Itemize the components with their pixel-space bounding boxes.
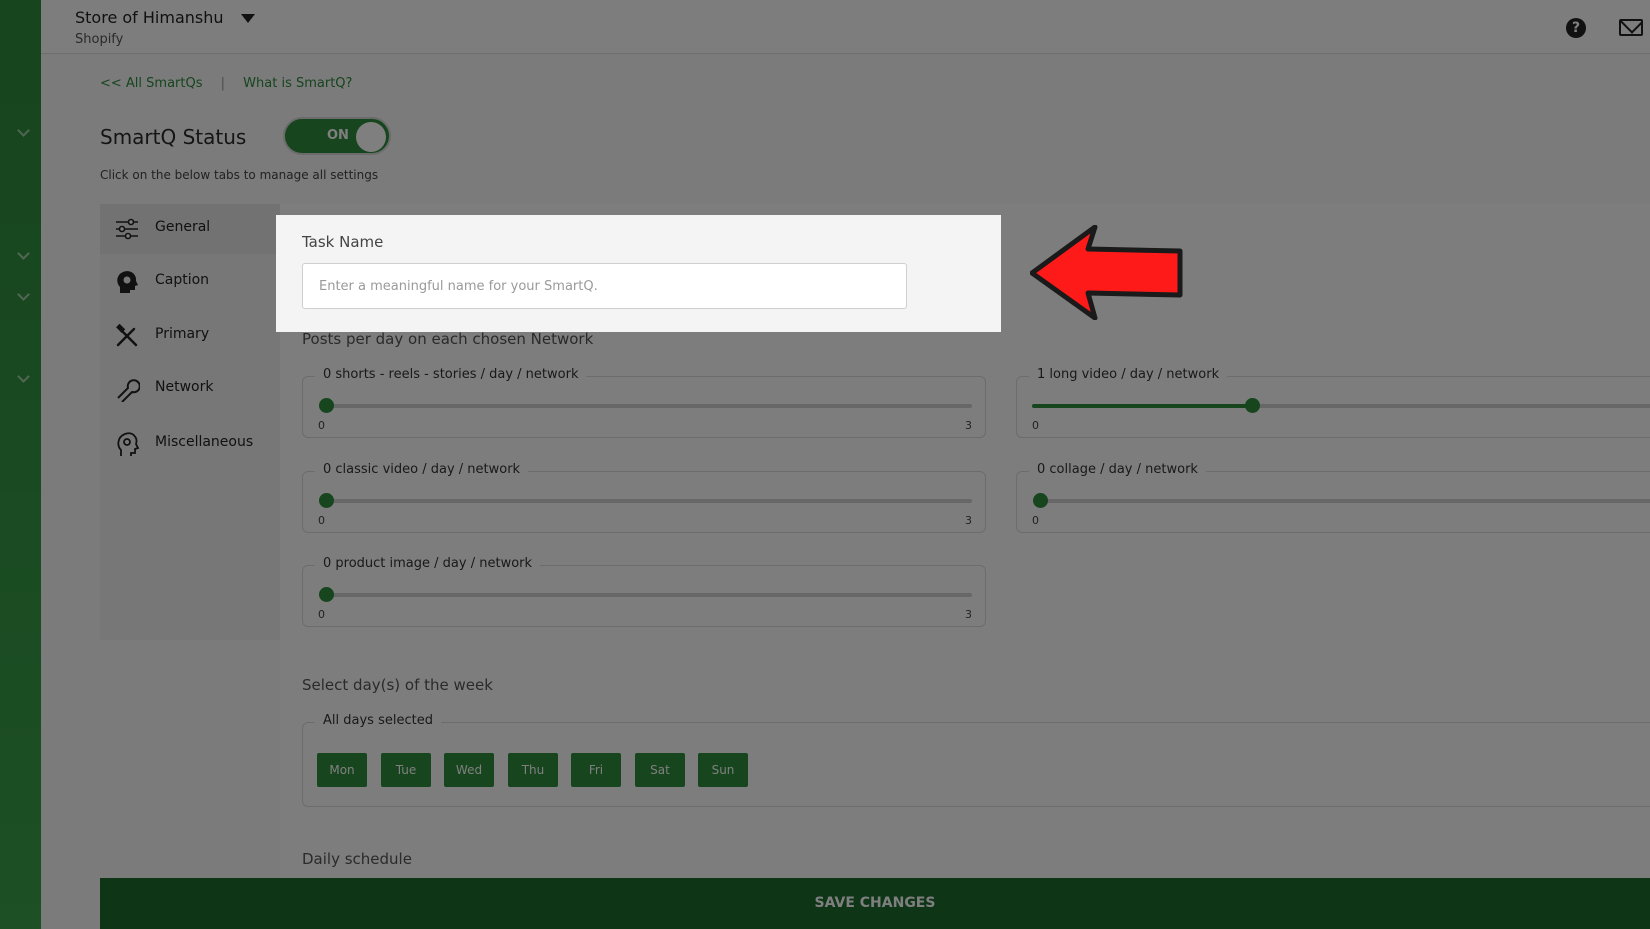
task-name-input[interactable] bbox=[302, 263, 907, 309]
pointer-arrow-icon bbox=[1030, 225, 1183, 320]
task-name-spotlight: Task Name bbox=[276, 215, 1001, 332]
overlay-dim bbox=[0, 0, 1650, 929]
task-name-label: Task Name bbox=[302, 233, 384, 251]
